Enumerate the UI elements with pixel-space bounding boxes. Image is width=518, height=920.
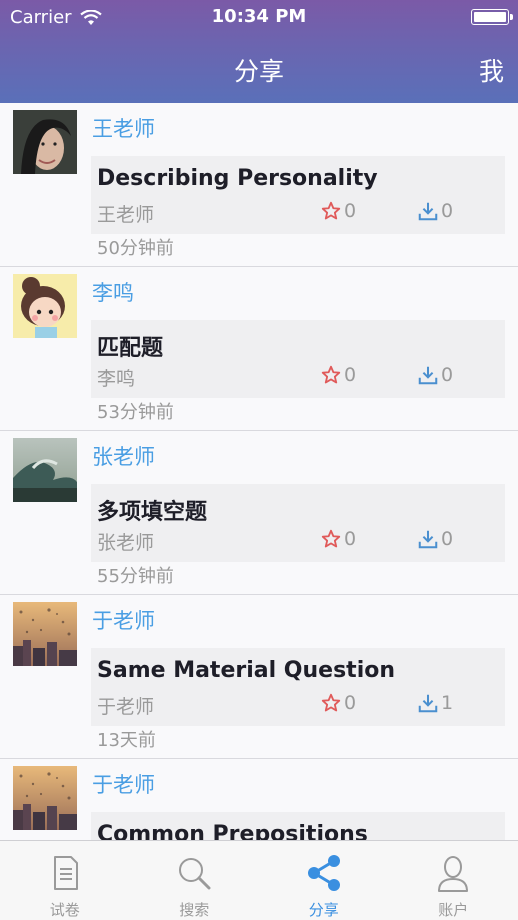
share-feed[interactable]: 王老师 Describing Personality 王老师 0 0 50分钟前 xyxy=(0,103,518,840)
paper-owner: 于老师 xyxy=(97,696,155,718)
avatar[interactable] xyxy=(13,438,77,502)
me-button[interactable]: 我 xyxy=(479,52,504,88)
paper-owner: 张老师 xyxy=(97,532,155,554)
search-icon xyxy=(179,858,211,890)
star-count-value: 0 xyxy=(344,200,357,222)
paper-card[interactable]: Same Material Question 于老师 0 1 xyxy=(91,648,505,726)
avatar[interactable] xyxy=(13,766,77,830)
avatar[interactable] xyxy=(13,110,77,174)
download-icon xyxy=(418,530,438,549)
download-count-value: 1 xyxy=(441,692,454,714)
time-ago: 55分钟前 xyxy=(97,566,174,587)
author-name[interactable]: 李鸣 xyxy=(92,277,134,307)
list-item[interactable]: 于老师 Common Prepositions xyxy=(0,759,518,840)
star-icon xyxy=(321,529,341,548)
paper-title: 匹配题 xyxy=(97,336,164,361)
time-ago: 53分钟前 xyxy=(97,402,174,423)
download-count[interactable]: 0 xyxy=(417,200,453,222)
tab-search-label: 搜索 xyxy=(179,901,210,919)
author-name[interactable]: 王老师 xyxy=(92,113,155,143)
battery-icon xyxy=(471,9,513,25)
download-count[interactable]: 0 xyxy=(417,364,453,386)
status-bar: Carrier 10:34 PM xyxy=(0,0,518,34)
tab-share-label: 分享 xyxy=(308,901,339,919)
paper-title: Describing Personality xyxy=(97,166,378,191)
star-count[interactable]: 0 xyxy=(320,200,356,222)
tab-papers[interactable]: 试卷 xyxy=(0,841,130,920)
paper-owner: 李鸣 xyxy=(97,368,136,390)
download-icon xyxy=(418,366,438,385)
tab-search[interactable]: 搜索 xyxy=(130,841,260,920)
avatar[interactable] xyxy=(13,602,77,666)
download-count-value: 0 xyxy=(441,528,454,550)
download-count-value: 0 xyxy=(441,364,454,386)
author-name[interactable]: 张老师 xyxy=(92,441,155,471)
star-count[interactable]: 0 xyxy=(320,364,356,386)
star-count[interactable]: 0 xyxy=(320,692,356,714)
star-icon xyxy=(321,201,341,220)
share-icon xyxy=(307,855,340,891)
tab-papers-label: 试卷 xyxy=(49,901,80,919)
list-item[interactable]: 于老师 Same Material Question 于老师 0 1 13天前 xyxy=(0,595,518,759)
star-icon xyxy=(321,365,341,384)
author-name[interactable]: 于老师 xyxy=(92,769,155,799)
paper-card[interactable]: 匹配题 李鸣 0 0 xyxy=(91,320,505,398)
tab-bar: 试卷 搜索 分享 账户 xyxy=(0,840,518,920)
tab-share[interactable]: 分享 xyxy=(259,841,389,920)
paper-title: 多项填空题 xyxy=(97,500,208,525)
list-item[interactable]: 王老师 Describing Personality 王老师 0 0 50分钟前 xyxy=(0,103,518,267)
star-count[interactable]: 0 xyxy=(320,528,356,550)
star-count-value: 0 xyxy=(344,528,357,550)
author-name[interactable]: 于老师 xyxy=(92,605,155,635)
page-title: 分享 xyxy=(233,57,284,86)
star-count-value: 0 xyxy=(344,364,357,386)
download-count[interactable]: 1 xyxy=(417,692,453,714)
tab-account[interactable]: 账户 xyxy=(389,841,518,920)
download-count-value: 0 xyxy=(441,200,454,222)
paper-card[interactable]: 多项填空题 张老师 0 0 xyxy=(91,484,505,562)
document-icon xyxy=(53,856,78,890)
avatar[interactable] xyxy=(13,274,77,338)
download-icon xyxy=(418,694,438,713)
time-ago: 13天前 xyxy=(97,730,156,751)
account-icon xyxy=(438,856,469,892)
paper-card[interactable]: Describing Personality 王老师 0 0 xyxy=(91,156,505,234)
paper-title: Common Prepositions xyxy=(97,822,368,840)
list-item[interactable]: 李鸣 匹配题 李鸣 0 0 53分钟前 xyxy=(0,267,518,431)
paper-title: Same Material Question xyxy=(97,658,396,683)
paper-card[interactable]: Common Prepositions xyxy=(91,812,505,840)
download-icon xyxy=(418,202,438,221)
paper-owner: 王老师 xyxy=(97,204,155,226)
tab-account-label: 账户 xyxy=(438,901,469,919)
clock: 10:34 PM xyxy=(211,6,307,27)
header: Carrier 10:34 PM 分享 我 xyxy=(0,0,518,103)
download-count[interactable]: 0 xyxy=(417,528,453,550)
time-ago: 50分钟前 xyxy=(97,238,174,259)
list-item[interactable]: 张老师 多项填空题 张老师 0 0 55分钟前 xyxy=(0,431,518,595)
star-icon xyxy=(321,693,341,712)
star-count-value: 0 xyxy=(344,692,357,714)
